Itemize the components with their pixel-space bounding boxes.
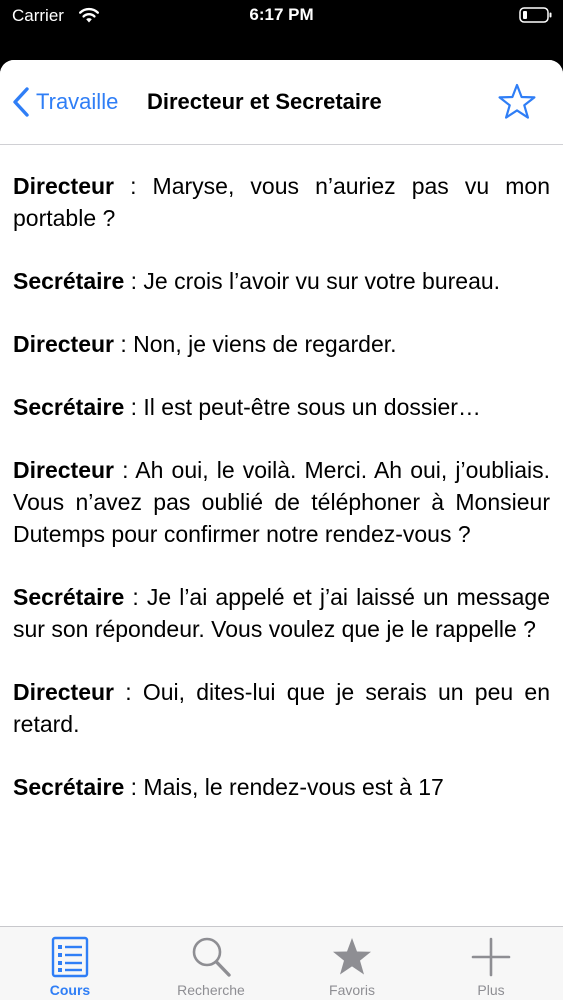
- back-button-label: Travaille: [36, 89, 119, 114]
- dialogue-line: Secrétaire : Je l’ai appelé et j’ai lais…: [13, 581, 550, 645]
- speaker-name: Secrétaire: [13, 394, 125, 420]
- favorite-star-icon[interactable]: [497, 82, 537, 122]
- dialogue-line: Secrétaire : Je crois l’avoir vu sur vot…: [13, 265, 550, 297]
- tab-plus[interactable]: Plus: [421, 927, 561, 1000]
- dialogue-line: Directeur : Oui, dites-lui que je serais…: [13, 676, 550, 740]
- tab-favoris[interactable]: Favoris: [282, 927, 422, 1000]
- speaker-name: Secrétaire: [13, 584, 125, 610]
- tab-label: Cours: [49, 982, 91, 998]
- speaker-name: Directeur: [13, 679, 114, 705]
- plus-icon: [471, 937, 511, 977]
- speaker-name: Directeur: [13, 457, 114, 483]
- line-text: : Mais, le rendez-vous est à 17: [124, 774, 444, 800]
- status-bar: Carrier 6:17 PM: [0, 0, 563, 46]
- tab-recherche[interactable]: Recherche: [141, 927, 281, 1000]
- line-text: : Il est peut-être sous un dossier…: [124, 394, 481, 420]
- tab-bar: Cours Recherche Favoris Plus: [0, 926, 563, 1000]
- line-text: : Je crois l’avoir vu sur votre bureau.: [124, 268, 501, 294]
- back-button[interactable]: Travaille: [10, 84, 118, 120]
- status-time: 6:17 PM: [249, 5, 314, 24]
- dialogue-line: Directeur : Maryse, vous n’auriez pas vu…: [13, 170, 550, 234]
- tab-label: Favoris: [329, 982, 375, 998]
- star-icon: [333, 938, 371, 975]
- chevron-left-icon: [13, 87, 29, 117]
- tab-label: Plus: [477, 982, 505, 998]
- dialogue-line: Directeur : Non, je viens de regarder.: [13, 328, 550, 360]
- dialogue-line: Secrétaire : Il est peut-être sous un do…: [13, 391, 550, 423]
- navigation-bar: Travaille Directeur et Secretaire: [0, 60, 563, 145]
- search-icon: [192, 937, 231, 977]
- speaker-name: Directeur: [13, 173, 114, 199]
- dialogue-text: Directeur : Maryse, vous n’auriez pas vu…: [13, 170, 550, 834]
- line-text: : Non, je viens de regarder.: [113, 331, 397, 357]
- tab-cours[interactable]: Cours: [0, 927, 140, 1000]
- dialogue-scroll-area[interactable]: Directeur : Maryse, vous n’auriez pas vu…: [0, 146, 563, 926]
- tab-label: Recherche: [177, 982, 245, 998]
- list-icon: [51, 936, 89, 978]
- speaker-name: Secrétaire: [13, 774, 125, 800]
- dialogue-sheet: Travaille Directeur et Secretaire Direct…: [0, 60, 563, 1000]
- speaker-name: Directeur: [13, 331, 114, 357]
- battery-icon: [519, 7, 552, 23]
- page-title: Directeur et Secretaire: [147, 89, 382, 114]
- speaker-name: Secrétaire: [13, 268, 125, 294]
- dialogue-line: Directeur : Ah oui, le voilà. Merci. Ah …: [13, 454, 550, 550]
- dialogue-line: Secrétaire : Mais, le rendez-vous est à …: [13, 771, 550, 803]
